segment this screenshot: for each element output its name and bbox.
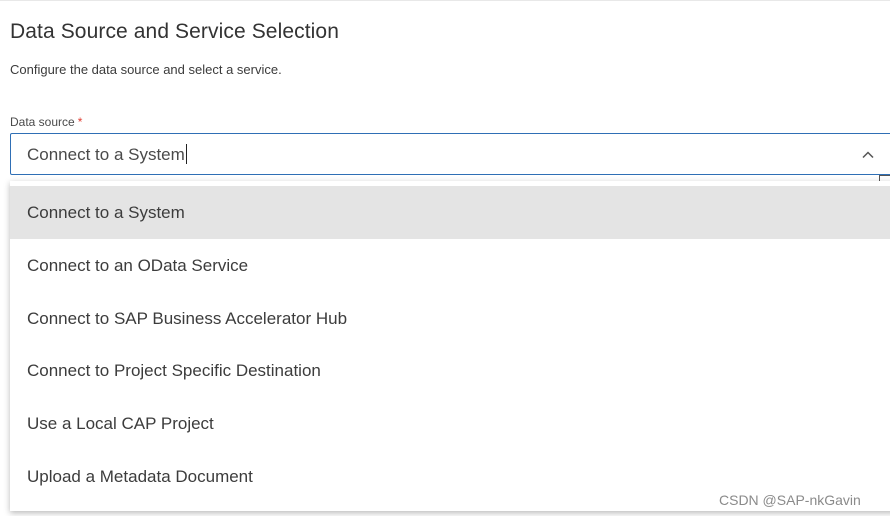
option-connect-to-a-system[interactable]: Connect to a System: [10, 186, 890, 239]
page-title: Data Source and Service Selection: [10, 20, 339, 43]
text-caret: [185, 144, 187, 164]
option-connect-to-odata-service[interactable]: Connect to an OData Service: [10, 239, 890, 292]
option-connect-to-business-accelerator-hub[interactable]: Connect to SAP Business Accelerator Hub: [10, 292, 890, 345]
data-source-dropdown-list: Connect to a System Connect to an OData …: [10, 181, 890, 511]
watermark: CSDN @SAP-nkGavin: [719, 492, 861, 508]
required-asterisk: *: [77, 115, 83, 129]
data-source-label: Data source *: [10, 115, 82, 129]
data-source-input[interactable]: Connect to a System: [27, 144, 187, 165]
option-use-local-cap-project[interactable]: Use a Local CAP Project: [10, 397, 890, 450]
data-source-label-text: Data source: [10, 115, 75, 129]
data-source-combobox[interactable]: Connect to a System: [10, 133, 890, 175]
top-divider: [0, 0, 890, 1]
page-subtitle: Configure the data source and select a s…: [10, 62, 282, 77]
data-source-value: Connect to a System: [27, 145, 185, 164]
option-connect-to-project-destination[interactable]: Connect to Project Specific Destination: [10, 344, 890, 397]
chevron-up-icon[interactable]: [861, 148, 875, 162]
